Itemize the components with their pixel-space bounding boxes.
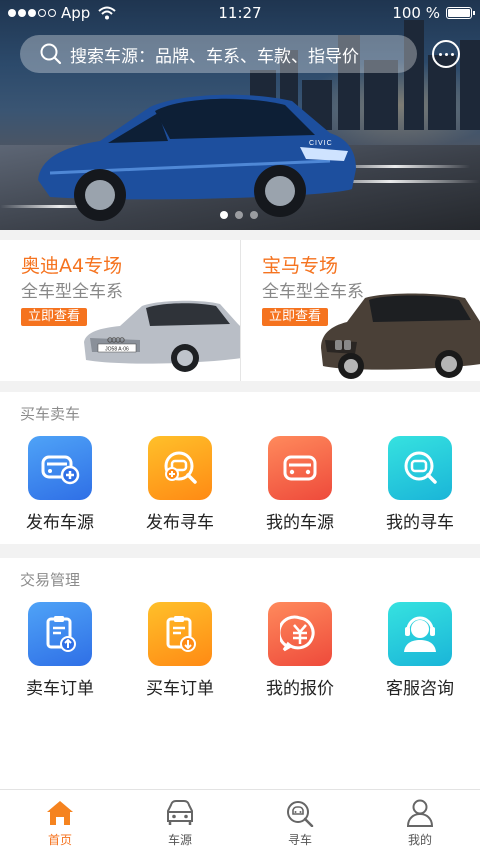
message-button[interactable] xyxy=(432,40,460,68)
grid-label: 我的车源 xyxy=(266,513,334,533)
view-now-button[interactable]: 立即查看 xyxy=(21,308,88,326)
promo-card-bmw[interactable]: 宝马专场 全车型全车系 立即查看 xyxy=(240,240,480,381)
yuan-chat-icon xyxy=(268,602,332,666)
tab-label: 首页 xyxy=(47,833,72,847)
home-icon xyxy=(47,801,73,825)
car-search-add-icon xyxy=(148,436,212,500)
status-bar: App 11:27 100 % xyxy=(0,0,480,26)
tab-home[interactable]: 首页 xyxy=(0,790,120,853)
tab-label: 寻车 xyxy=(287,833,312,847)
skyline-building xyxy=(460,40,480,130)
sell-orders-button[interactable]: 卖车订单 xyxy=(0,602,120,699)
grid-label: 客服咨询 xyxy=(386,679,454,699)
car-image xyxy=(38,94,356,221)
grid-label: 买车订单 xyxy=(146,679,214,699)
tab-label: 车源 xyxy=(167,833,192,847)
grid-label: 我的寻车 xyxy=(386,513,454,533)
grid-label: 我的报价 xyxy=(266,679,334,699)
search-placeholder: 搜索车源：品牌、车系、车款、指导价 xyxy=(70,46,359,67)
carousel-dot[interactable] xyxy=(235,211,243,219)
promo-card-audi[interactable]: 奥迪A4专场 全车型全车系 立即查看 JO58 A·06 xyxy=(0,240,240,381)
buy-orders-button[interactable]: 买车订单 xyxy=(120,602,240,699)
grid-label: 发布寻车 xyxy=(146,513,214,533)
user-icon xyxy=(406,799,434,827)
order-download-icon xyxy=(148,602,212,666)
search-input[interactable]: 搜索车源：品牌、车系、车款、指导价 xyxy=(20,35,417,73)
find-car-icon xyxy=(287,801,314,827)
section-title: 交易管理 xyxy=(20,571,81,589)
tab-car-source[interactable]: 车源 xyxy=(120,790,240,853)
battery-icon xyxy=(446,7,475,19)
car-add-icon xyxy=(28,436,92,500)
carousel-dot[interactable] xyxy=(250,211,258,219)
promo-section: 奥迪A4专场 全车型全车系 立即查看 JO58 A·06 宝马专场 全车型全车系… xyxy=(0,240,480,381)
car-model-badge: CIVIC xyxy=(309,140,333,147)
search-icon xyxy=(40,43,62,65)
bottom-tab-bar: 首页 车源 寻车 我的 xyxy=(0,789,480,853)
promo-title: 宝马专场 xyxy=(262,255,339,277)
license-plate: JO58 A·06 xyxy=(105,347,129,353)
my-quotes-button[interactable]: 我的报价 xyxy=(240,602,360,699)
battery-percent: 100 % xyxy=(392,4,440,22)
grid-label: 发布车源 xyxy=(26,513,94,533)
carousel-dot[interactable] xyxy=(220,211,228,219)
audi-car-image: JO58 A·06 xyxy=(84,300,240,372)
section-title: 买车卖车 xyxy=(20,405,81,423)
customer-service-button[interactable]: 客服咨询 xyxy=(360,602,480,699)
my-cars-button[interactable]: 我的车源 xyxy=(240,436,360,533)
my-search-button[interactable]: 我的寻车 xyxy=(360,436,480,533)
car-source-icon xyxy=(167,800,193,825)
publish-search-button[interactable]: 发布寻车 xyxy=(120,436,240,533)
buy-sell-section: 买车卖车 发布车源 发布寻车 我的车源 我的寻车 xyxy=(0,392,480,544)
tab-label: 我的 xyxy=(407,833,432,847)
promo-title: 奥迪A4专场 xyxy=(21,255,123,277)
order-upload-icon xyxy=(28,602,92,666)
tab-mine[interactable]: 我的 xyxy=(360,790,480,853)
headset-agent-icon xyxy=(388,602,452,666)
tab-find-car[interactable]: 寻车 xyxy=(240,790,360,853)
ellipsis-icon xyxy=(438,52,442,56)
publish-car-button[interactable]: 发布车源 xyxy=(0,436,120,533)
bmw-suv-image xyxy=(321,293,480,379)
grid-label: 卖车订单 xyxy=(26,679,94,699)
trade-section: 交易管理 卖车订单 买车订单 我的报价 客服咨询 xyxy=(0,558,480,789)
car-icon xyxy=(268,436,332,500)
car-search-icon xyxy=(388,436,452,500)
carousel-indicator xyxy=(220,211,258,219)
banner-carousel[interactable]: CIVIC App 11:27 100 % 搜索车源：品牌、车系、车款、指导价 xyxy=(0,0,480,230)
